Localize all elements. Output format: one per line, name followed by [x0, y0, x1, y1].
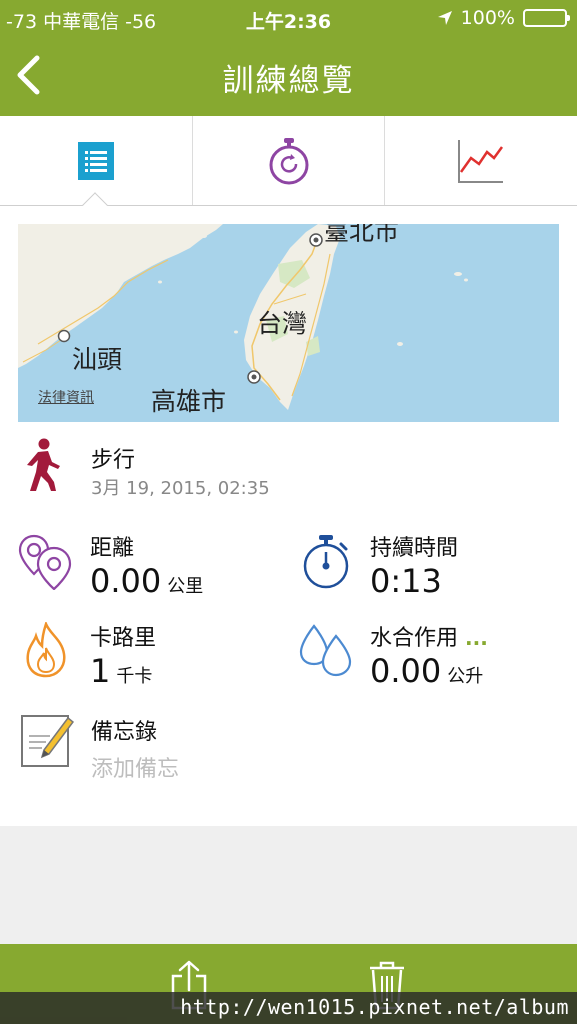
watermark-text: http://wen1015.pixnet.net/album — [180, 995, 569, 1019]
line-chart-icon — [458, 139, 504, 183]
tab-chart[interactable] — [384, 116, 577, 205]
activity-header: 步行 3月 19, 2015, 02:35 — [18, 436, 559, 500]
activity-date: 3月 19, 2015, 02:35 — [91, 478, 270, 499]
stat-duration: 持續時間 0:13 — [298, 530, 568, 600]
location-pins-icon — [18, 534, 72, 590]
training-overview-screen: -73 中華電信 -56 上午2:36 100% 訓練總覽 臺北市 台灣 汕頭 … — [0, 0, 577, 1024]
water-drops-icon — [299, 624, 352, 677]
stopwatch-icon — [303, 535, 349, 589]
battery-percent: 100% — [460, 7, 515, 29]
magnifier-icon — [555, 418, 559, 422]
header: -73 中華電信 -56 上午2:36 100% 訓練總覽 — [0, 0, 577, 116]
content-spacer — [0, 826, 577, 944]
stat-distance: 距離 0.00 公里 — [18, 530, 288, 600]
list-icon — [77, 141, 114, 180]
status-bar: -73 中華電信 -56 上午2:36 100% — [0, 0, 577, 38]
watermark-bar: http://wen1015.pixnet.net/album — [0, 992, 577, 1024]
notepad-pencil-icon — [21, 715, 74, 767]
page-title: 訓練總覽 — [222, 63, 355, 99]
legal-info-link[interactable]: 法律資訊 — [38, 387, 94, 407]
map-label-taiwan: 台灣 — [257, 309, 308, 338]
walking-person-icon — [27, 438, 60, 491]
duration-value: 0:13 — [370, 562, 442, 600]
memo-add-input[interactable]: 添加備忘 — [91, 751, 179, 783]
hydration-value-line: 0.00 公升 — [370, 652, 483, 690]
route-map[interactable]: 臺北市 台灣 汕頭 高雄市 法律資訊 — [18, 224, 559, 422]
tab-laps[interactable] — [191, 116, 385, 205]
calories-value: 1 — [90, 652, 111, 690]
hydration-more-indicator[interactable]: ... — [465, 626, 488, 650]
calories-label: 卡路里 — [90, 626, 157, 651]
hydration-label-line: 水合作用 ... — [370, 620, 488, 652]
map-label-taipei: 臺北市 — [324, 224, 400, 246]
memo-label: 備忘錄 — [91, 720, 158, 745]
map-label-shantou: 汕頭 — [72, 345, 123, 374]
tab-summary[interactable] — [0, 116, 192, 205]
hydration-unit: 公升 — [447, 666, 484, 687]
calories-value-line: 1 千卡 — [90, 652, 152, 690]
hydration-value: 0.00 — [370, 652, 442, 690]
hydration-label: 水合作用 — [370, 626, 459, 651]
distance-value-line: 0.00 公里 — [90, 562, 203, 600]
activity-type: 步行 — [91, 448, 136, 473]
status-right: 100% — [437, 7, 570, 29]
distance-label: 距離 — [90, 536, 135, 561]
stat-calories: 卡路里 1 千卡 — [18, 620, 288, 690]
location-arrow-icon — [437, 11, 452, 25]
calories-unit: 千卡 — [116, 666, 153, 687]
navbar: 訓練總覽 — [0, 38, 577, 116]
flame-icon — [26, 622, 66, 678]
duration-label: 持續時間 — [370, 536, 459, 561]
map-label-kaohsiung: 高雄市 — [151, 387, 227, 416]
stat-hydration: 水合作用 ... 0.00 公升 — [298, 620, 568, 690]
battery-icon — [523, 9, 570, 27]
tab-bar — [0, 116, 577, 206]
distance-unit: 公里 — [167, 576, 204, 597]
distance-value: 0.00 — [90, 562, 162, 600]
stopwatch-refresh-icon — [269, 137, 308, 184]
